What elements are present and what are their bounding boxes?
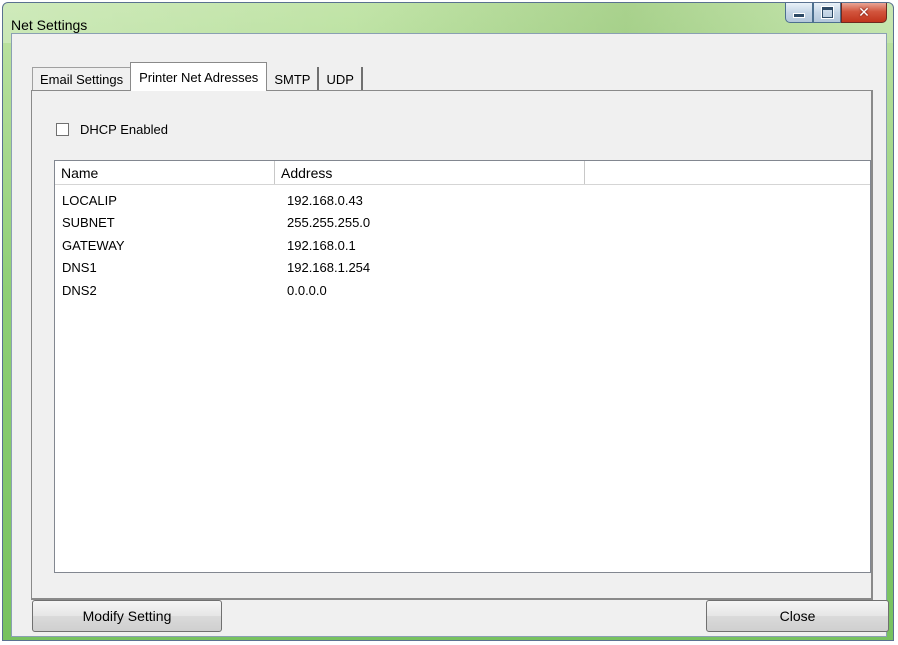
tab-udp[interactable]: UDP	[318, 67, 363, 91]
column-header-empty[interactable]	[585, 161, 870, 184]
list-item[interactable]: LOCALIP 192.168.0.43	[55, 189, 870, 212]
dhcp-enabled-label: DHCP Enabled	[80, 122, 168, 137]
list-item[interactable]: SUBNET 255.255.255.0	[55, 212, 870, 235]
tab-printer-net-adresses[interactable]: Printer Net Adresses	[130, 62, 268, 91]
item-name: DNS2	[62, 282, 97, 298]
list-item[interactable]: GATEWAY 192.168.0.1	[55, 234, 870, 257]
tab-label: UDP	[326, 71, 354, 87]
tab-email-settings[interactable]: Email Settings	[32, 67, 132, 91]
item-name: DNS1	[62, 260, 97, 276]
minimize-button[interactable]	[785, 3, 813, 23]
tab-strip: Email Settings Printer Net Adresses SMTP…	[32, 62, 363, 91]
modify-setting-button[interactable]: Modify Setting	[32, 600, 222, 632]
tab-label: Printer Net Adresses	[139, 69, 259, 85]
close-button[interactable]: Close	[706, 600, 889, 632]
maximize-icon	[821, 7, 833, 18]
dialog-client-area: Email Settings Printer Net Adresses SMTP…	[11, 33, 889, 637]
column-header-label: Address	[281, 164, 333, 181]
tab-smtp[interactable]: SMTP	[266, 67, 320, 91]
list-header: Name Address	[55, 161, 870, 185]
address-list-view[interactable]: Name Address LOCALIP 192.168.0.43 SUBNET…	[54, 160, 871, 573]
item-address: 192.168.0.43	[287, 192, 363, 208]
tab-label: Email Settings	[40, 72, 124, 87]
item-name: LOCALIP	[62, 192, 117, 208]
column-header-address[interactable]: Address	[275, 161, 585, 184]
dhcp-enabled-option[interactable]: DHCP Enabled	[56, 122, 168, 137]
maximize-button[interactable]	[813, 3, 841, 23]
list-item[interactable]: DNS2 0.0.0.0	[55, 279, 870, 302]
net-settings-window: Net Settings ✕ Email Settings Printer Ne…	[2, 2, 894, 641]
item-name: SUBNET	[62, 215, 115, 231]
item-name: GATEWAY	[62, 237, 125, 253]
item-address: 255.255.255.0	[287, 215, 371, 231]
minimize-icon	[793, 13, 805, 18]
dhcp-enabled-checkbox[interactable]	[56, 123, 69, 136]
column-header-name[interactable]: Name	[55, 161, 275, 184]
list-rows: LOCALIP 192.168.0.43 SUBNET 255.255.255.…	[55, 189, 870, 302]
window-title: Net Settings	[11, 17, 88, 33]
item-address: 192.168.0.1	[287, 237, 356, 253]
column-header-label: Name	[61, 164, 99, 181]
tab-label: SMTP	[274, 71, 311, 87]
window-controls: ✕	[785, 3, 887, 25]
close-window-button[interactable]: ✕	[841, 3, 887, 23]
item-address: 0.0.0.0	[287, 282, 327, 298]
close-icon: ✕	[858, 4, 870, 21]
item-address: 192.168.1.254	[287, 260, 371, 276]
list-item[interactable]: DNS1 192.168.1.254	[55, 257, 870, 280]
